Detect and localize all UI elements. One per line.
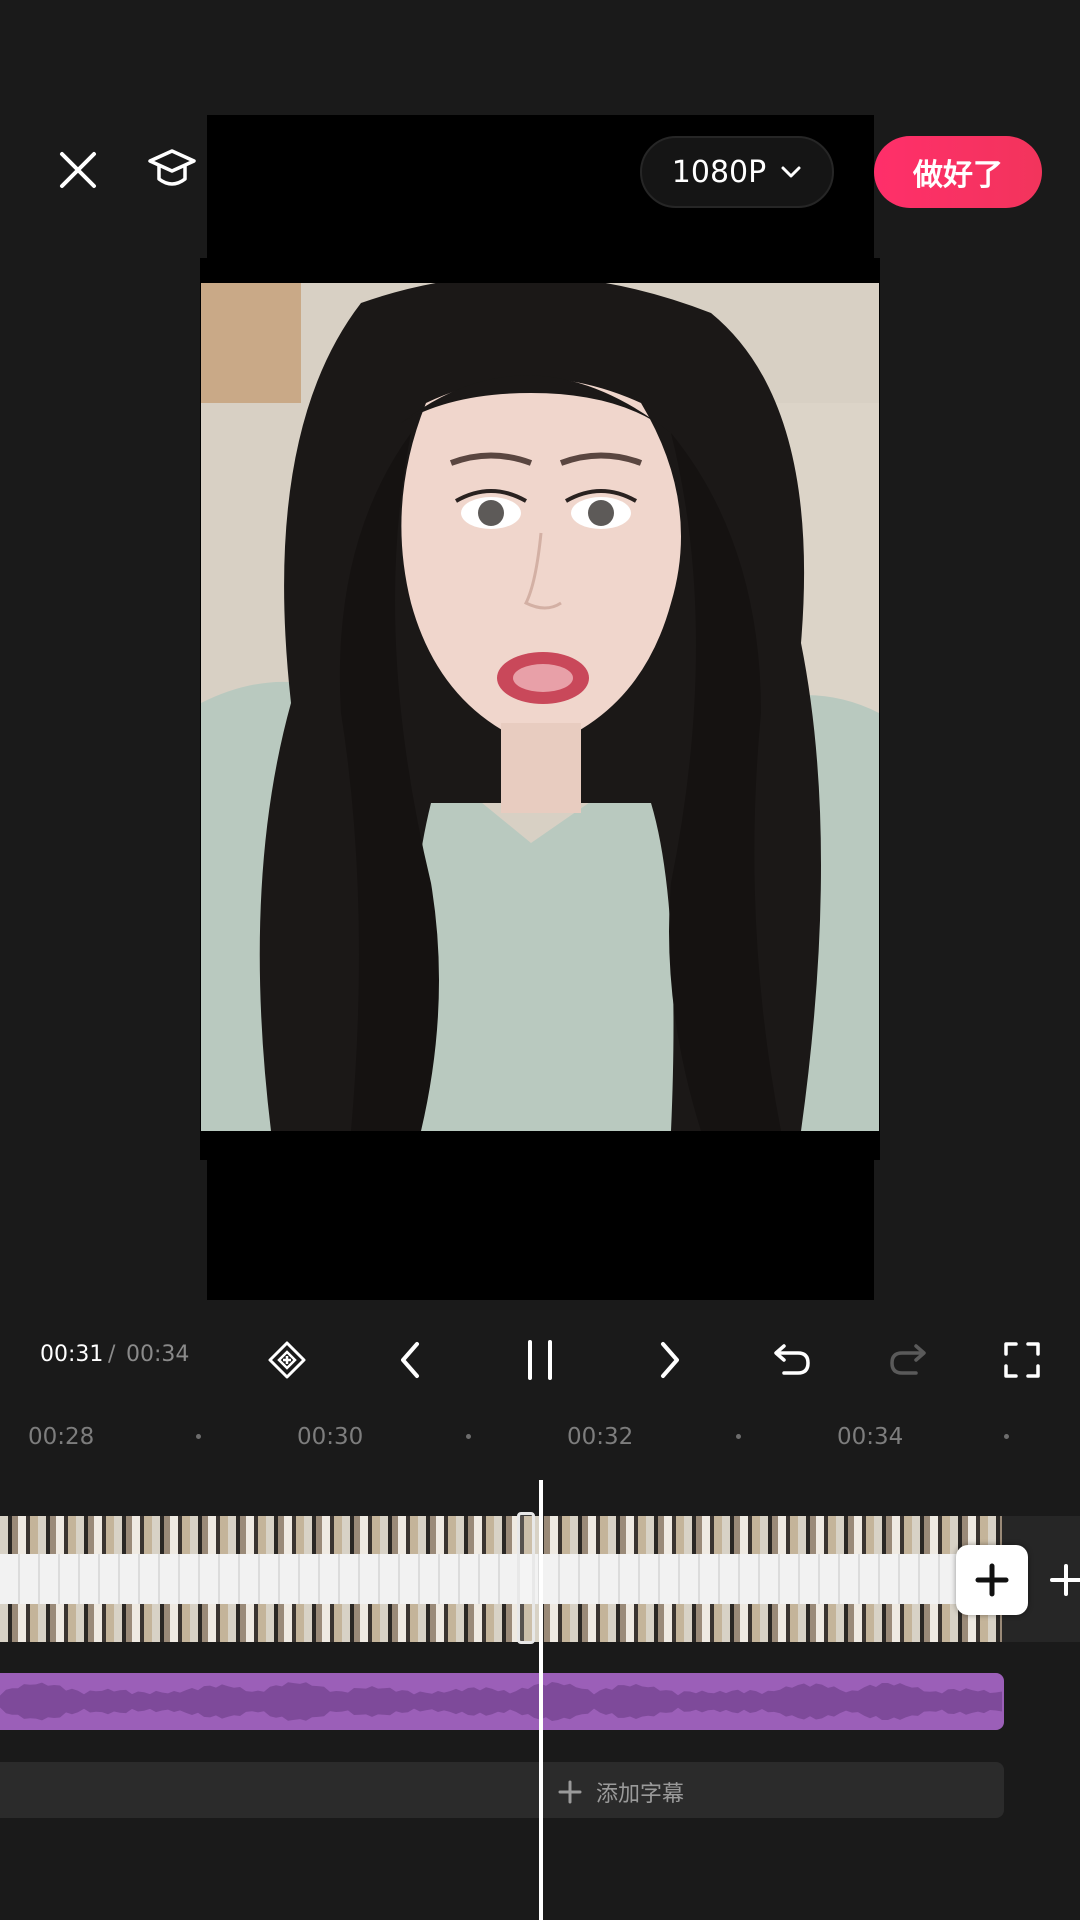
keyframe-button[interactable] [257,1330,317,1390]
fullscreen-button[interactable] [992,1330,1052,1390]
playhead[interactable] [539,1480,543,1920]
audio-waveform [0,1682,1002,1721]
tutorial-button[interactable] [140,138,204,202]
video-track[interactable] [0,1516,1002,1642]
done-button[interactable]: 做好了 [874,136,1042,208]
ruler-dot [196,1434,201,1439]
add-subtitle-button[interactable]: 添加字幕 [558,1776,684,1808]
ruler-label: 00:34 [837,1424,904,1450]
chevron-right-icon [661,1342,679,1378]
ruler-label: 00:30 [297,1424,364,1450]
subtitle-track[interactable]: 添加字幕 [0,1762,1004,1818]
previous-frame-button[interactable] [380,1330,440,1390]
audio-track[interactable] [0,1673,1004,1730]
video-preview-image[interactable] [201,283,879,1131]
plus-icon [1050,1564,1080,1596]
portrait-illustration [201,283,879,1131]
next-frame-button[interactable] [640,1330,700,1390]
plus-icon [558,1780,582,1804]
resolution-label: 1080P [671,154,767,190]
add-clip-button[interactable] [956,1545,1028,1615]
add-subtitle-label: 添加字幕 [596,1782,685,1807]
redo-icon [890,1344,926,1375]
add-track-button[interactable] [1048,1556,1080,1604]
ruler-label: 00:28 [28,1424,95,1450]
graduation-cap-icon [148,149,196,186]
close-icon [60,152,96,188]
ruler-label: 00:32 [567,1424,634,1450]
chevron-down-icon [781,166,801,178]
ruler-dot [466,1434,471,1439]
ruler-dot [736,1434,741,1439]
chevron-left-icon [401,1342,419,1378]
close-button[interactable] [48,140,108,200]
ruler-dot [1004,1434,1009,1439]
total-time: 00:34 [126,1342,190,1367]
resolution-dropdown[interactable]: 1080P [640,136,834,208]
plus-icon [975,1563,1009,1597]
video-track-selection-band [0,1554,1002,1604]
current-time: 00:31 [40,1342,104,1367]
pause-icon [528,1340,552,1380]
time-separator: / [108,1342,116,1367]
pause-button[interactable] [510,1330,570,1390]
redo-button[interactable] [878,1330,938,1390]
fullscreen-icon [1004,1342,1040,1378]
done-label: 做好了 [913,158,1003,193]
undo-icon [774,1344,810,1375]
clip-split-handle[interactable] [517,1512,535,1644]
undo-button[interactable] [762,1330,822,1390]
keyframe-diamond-icon [268,1341,306,1379]
